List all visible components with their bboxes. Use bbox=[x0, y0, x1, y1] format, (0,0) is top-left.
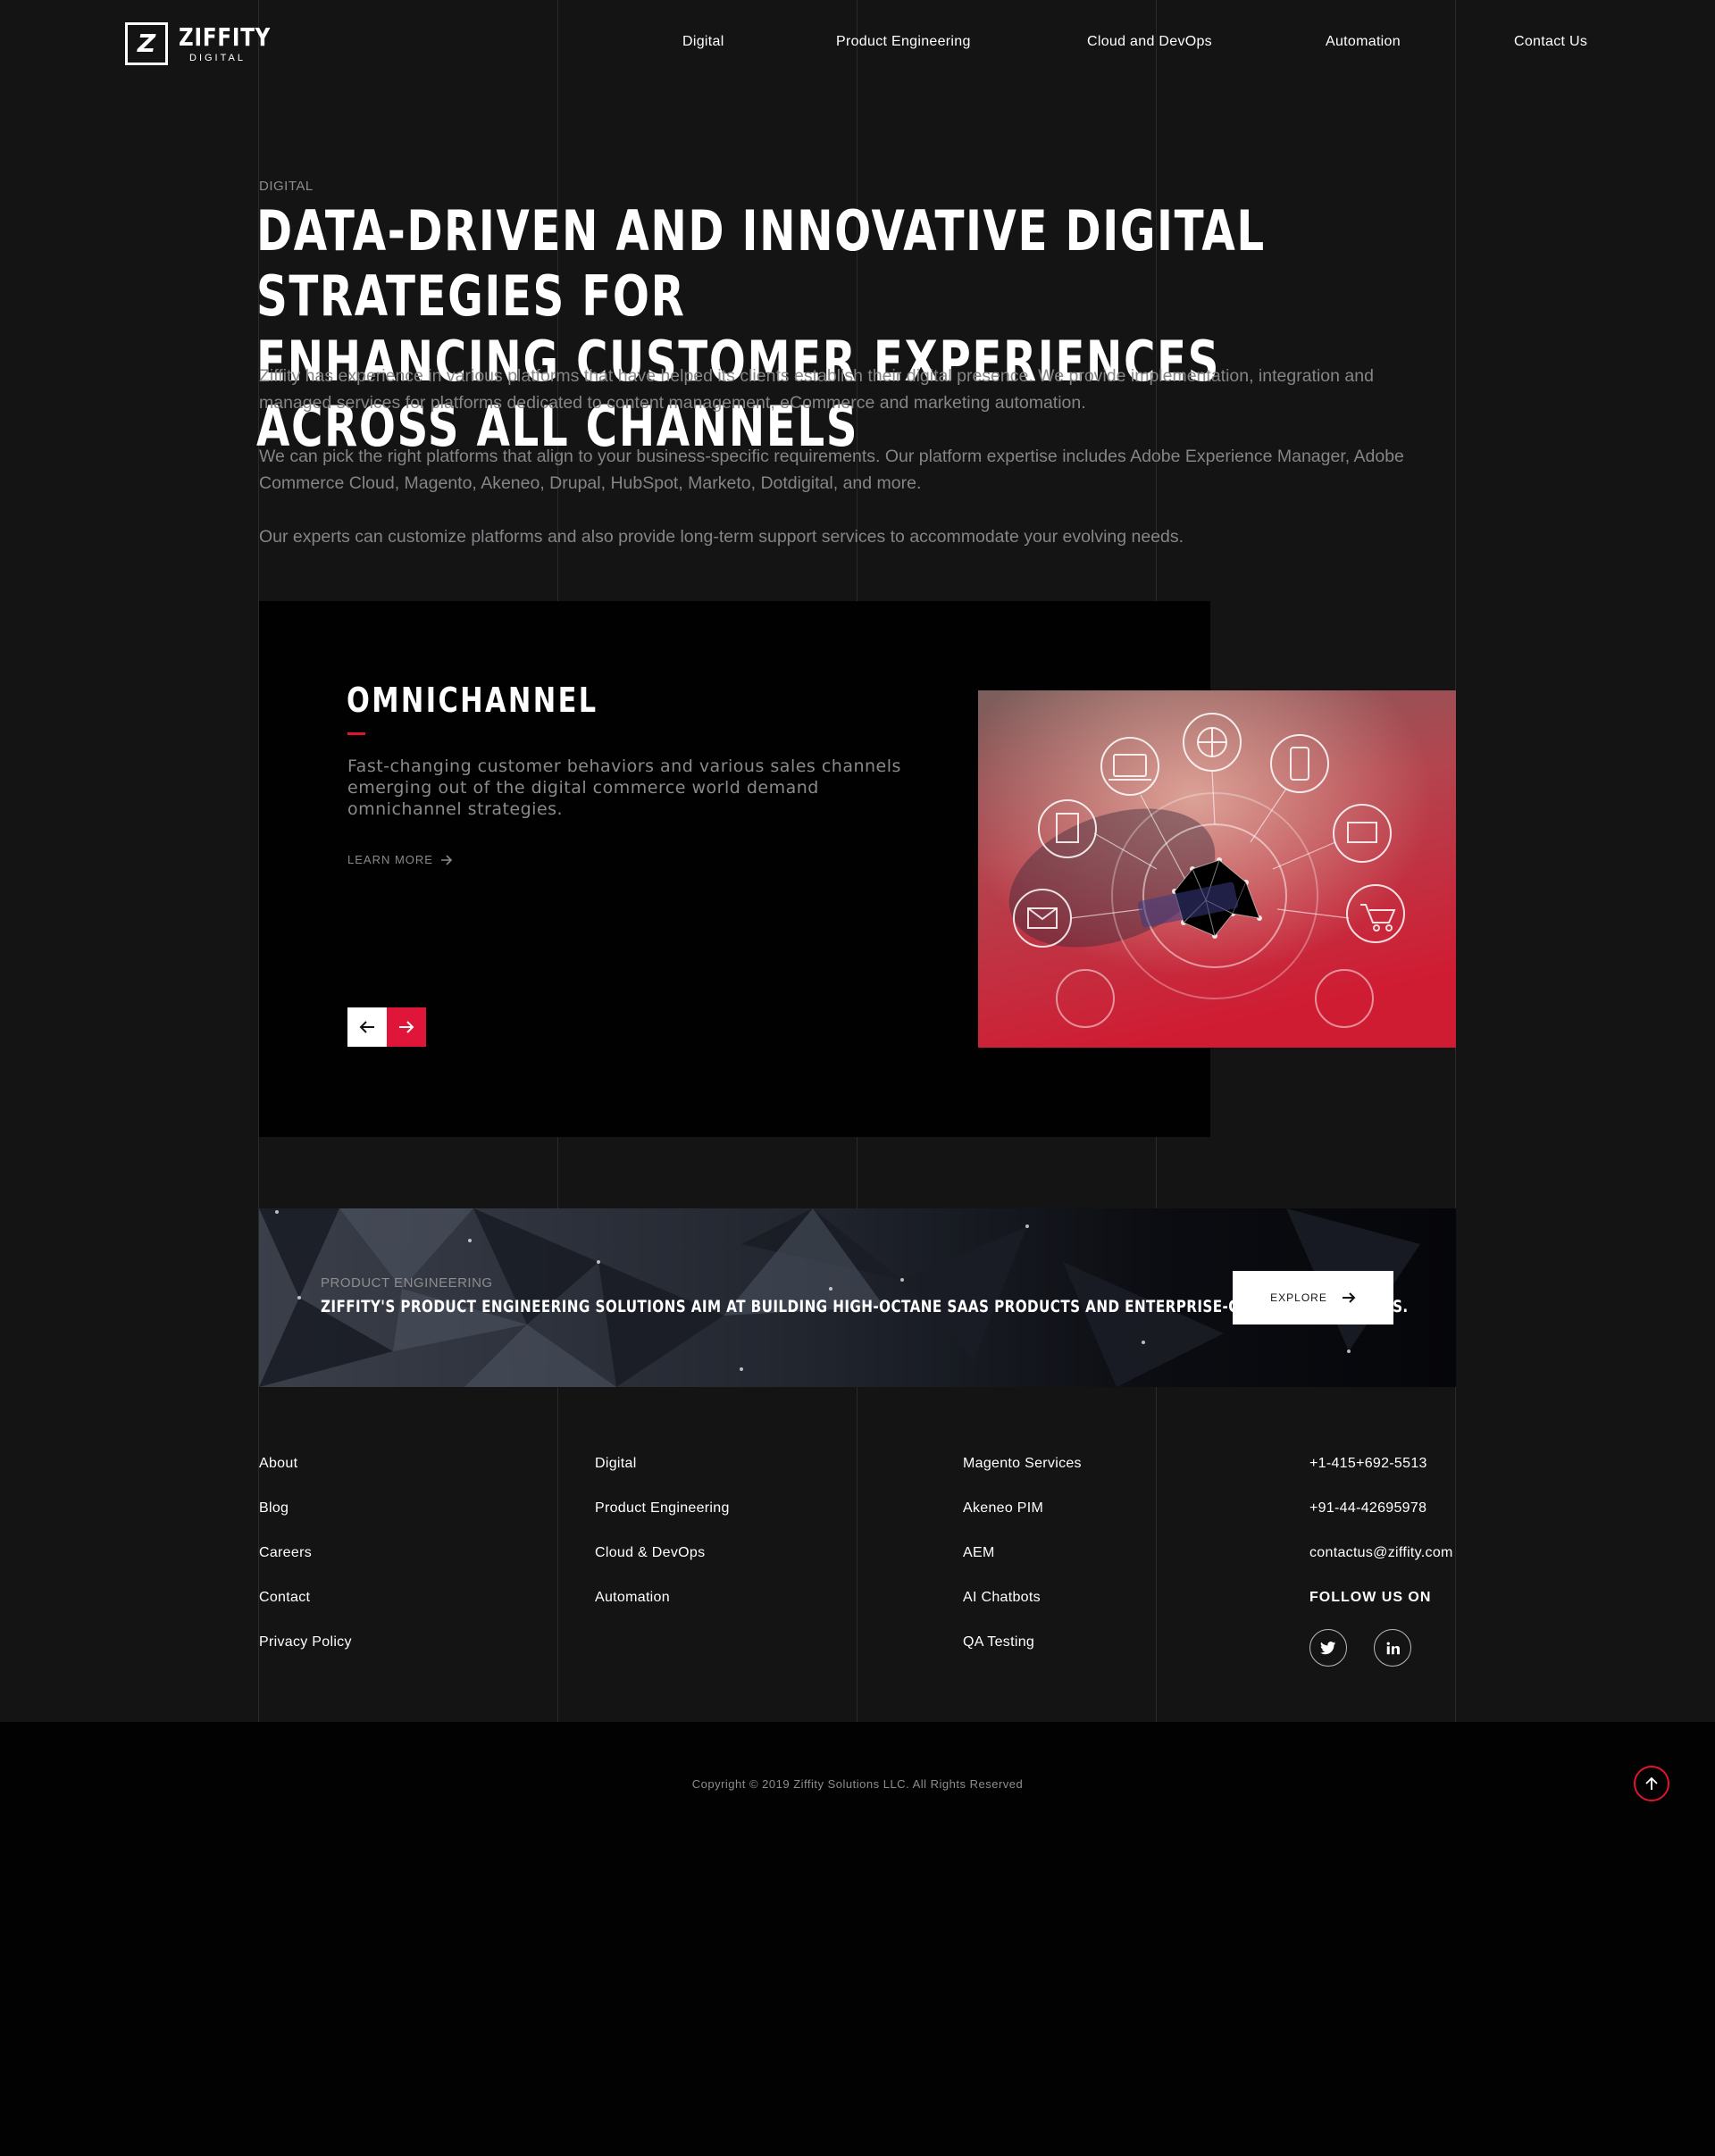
footer-link-ai-chatbots[interactable]: AI Chatbots bbox=[963, 1590, 1041, 1606]
follow-us-heading: FOLLOW US ON bbox=[1309, 1590, 1432, 1605]
footer-link-blog[interactable]: Blog bbox=[259, 1500, 289, 1517]
slider-prev-button[interactable] bbox=[347, 1007, 387, 1047]
slide-description: Fast-changing customer behaviors and var… bbox=[347, 756, 901, 819]
nav-product-engineering[interactable]: Product Engineering bbox=[836, 34, 971, 50]
arrow-left-icon bbox=[359, 1021, 374, 1033]
hero-paragraph-3: Our experts can customize platforms and … bbox=[259, 527, 1184, 547]
logo-text: ZIFFITY DIGITAL bbox=[179, 22, 291, 64]
arrow-right-icon bbox=[440, 854, 453, 865]
headline-line-1: DATA-DRIVEN AND INNOVATIVE DIGITAL STRAT… bbox=[256, 198, 1266, 329]
footer-link-privacy-policy[interactable]: Privacy Policy bbox=[259, 1634, 352, 1650]
footer-link-product-engineering[interactable]: Product Engineering bbox=[595, 1500, 730, 1517]
arrow-right-icon bbox=[1342, 1292, 1356, 1303]
nav-digital[interactable]: Digital bbox=[682, 34, 724, 50]
twitter-icon bbox=[1320, 1641, 1336, 1654]
hero-paragraph-2: We can pick the right platforms that ali… bbox=[259, 447, 1404, 493]
linkedin-icon bbox=[1386, 1642, 1400, 1654]
ziffity-logo[interactable]: Z ZIFFITY DIGITAL bbox=[125, 22, 291, 65]
hero-kicker: DIGITAL bbox=[259, 179, 314, 194]
logo-mark: Z bbox=[125, 22, 168, 65]
omnichannel-image bbox=[978, 690, 1456, 1048]
logo-subtitle: DIGITAL bbox=[189, 53, 246, 63]
learn-more-label: LEARN MORE bbox=[347, 853, 433, 866]
footer-link-careers[interactable]: Careers bbox=[259, 1545, 312, 1561]
hero-headline: DATA-DRIVEN AND INNOVATIVE DIGITAL STRAT… bbox=[256, 198, 1371, 459]
scroll-to-top-button[interactable] bbox=[1634, 1766, 1669, 1801]
footer-phone-in[interactable]: +91-44-42695978 bbox=[1309, 1500, 1426, 1517]
footer-link-cloud-devops[interactable]: Cloud & DevOps bbox=[595, 1545, 705, 1561]
linkedin-button[interactable] bbox=[1374, 1629, 1411, 1667]
footer-link-aem[interactable]: AEM bbox=[963, 1545, 995, 1561]
arrow-up-icon bbox=[1645, 1776, 1658, 1790]
title-accent-line bbox=[347, 732, 365, 735]
footer-phone-us[interactable]: +1-415+692-5513 bbox=[1309, 1456, 1427, 1472]
arrow-right-icon bbox=[399, 1021, 414, 1033]
logo-letter: Z bbox=[137, 29, 156, 58]
logo-name: ZIFFITY bbox=[179, 22, 272, 52]
slider-next-button[interactable] bbox=[387, 1007, 426, 1047]
banner-kicker: PRODUCT ENGINEERING bbox=[321, 1275, 493, 1291]
footer-link-about[interactable]: About bbox=[259, 1456, 297, 1472]
explore-button[interactable]: EXPLORE bbox=[1233, 1271, 1393, 1325]
twitter-button[interactable] bbox=[1309, 1629, 1347, 1667]
nav-cloud-devops[interactable]: Cloud and DevOps bbox=[1087, 34, 1212, 50]
learn-more-link[interactable]: LEARN MORE bbox=[347, 853, 453, 866]
footer-link-akeneo-pim[interactable]: Akeneo PIM bbox=[963, 1500, 1043, 1517]
footer-link-digital[interactable]: Digital bbox=[595, 1456, 637, 1472]
nav-automation[interactable]: Automation bbox=[1326, 34, 1401, 50]
footer-link-qa-testing[interactable]: QA Testing bbox=[963, 1634, 1034, 1650]
footer-link-magento-services[interactable]: Magento Services bbox=[963, 1456, 1082, 1472]
footer-link-automation[interactable]: Automation bbox=[595, 1590, 670, 1606]
footer-link-contact[interactable]: Contact bbox=[259, 1590, 310, 1606]
explore-label: EXPLORE bbox=[1270, 1291, 1327, 1304]
slide-title: OMNICHANNEL bbox=[347, 681, 598, 720]
footer-email[interactable]: contactus@ziffity.com bbox=[1309, 1545, 1453, 1561]
nav-contact-us[interactable]: Contact Us bbox=[1514, 34, 1587, 50]
hero-paragraph-1: Ziffity has experience in various platfo… bbox=[259, 366, 1374, 413]
copyright-text: Copyright © 2019 Ziffity Solutions LLC. … bbox=[691, 1777, 1024, 1791]
